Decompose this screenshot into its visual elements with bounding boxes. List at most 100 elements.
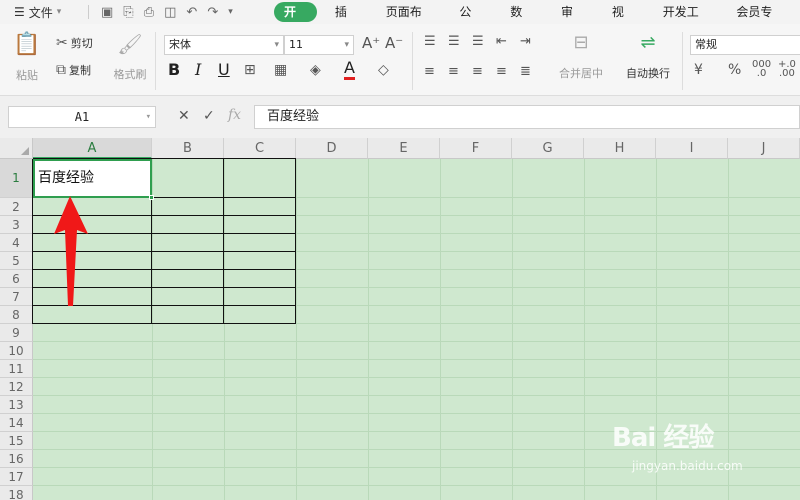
border-icon[interactable]: ⊞: [244, 62, 256, 78]
column-header-b[interactable]: B: [152, 138, 224, 159]
save-icon[interactable]: ▣: [101, 5, 113, 20]
row-header-6[interactable]: 6: [0, 270, 33, 288]
bold-button[interactable]: B: [168, 60, 180, 79]
align-middle-icon[interactable]: ☰: [448, 34, 460, 49]
column-header-a[interactable]: A: [33, 138, 152, 159]
row-header-14[interactable]: 14: [0, 414, 33, 432]
tab-developer[interactable]: 开发工具: [653, 2, 719, 39]
wrap-text-label: 自动换行: [626, 67, 670, 80]
row-header-13[interactable]: 13: [0, 396, 33, 414]
annotation-arrow: [54, 196, 88, 306]
underline-button[interactable]: U: [218, 60, 230, 79]
chevron-down-icon: ▾: [56, 7, 62, 17]
column-header-i[interactable]: I: [656, 138, 728, 159]
row-header-5[interactable]: 5: [0, 252, 33, 270]
fill-handle[interactable]: [149, 195, 154, 200]
tab-formulas[interactable]: 公式: [449, 2, 492, 39]
tab-member[interactable]: 会员专享: [726, 2, 792, 39]
row-header-17[interactable]: 17: [0, 468, 33, 486]
scissors-icon: ✂: [56, 35, 68, 51]
align-bottom-icon[interactable]: ☰: [472, 34, 484, 49]
column-header-j[interactable]: J: [728, 138, 800, 159]
indent-increase-icon[interactable]: ⇥: [520, 34, 531, 49]
confirm-icon[interactable]: ✓: [203, 108, 215, 124]
cut-label: 剪切: [70, 37, 93, 50]
cell-border: [33, 323, 296, 324]
currency-button[interactable]: ¥: [694, 62, 703, 78]
italic-button[interactable]: I: [195, 60, 201, 79]
format-painter-button[interactable]: 🖌 格式刷: [110, 32, 150, 82]
row-header-18[interactable]: 18: [0, 486, 33, 500]
row-header-11[interactable]: 11: [0, 360, 33, 378]
tab-insert[interactable]: 插入: [325, 2, 368, 39]
copy-icon: ⧉: [56, 62, 66, 78]
print-preview-icon[interactable]: ◫: [164, 5, 176, 20]
align-left-icon[interactable]: ≡: [424, 64, 435, 79]
grid-line: [33, 395, 800, 396]
cut-button[interactable]: ✂ 剪切: [56, 35, 93, 51]
percent-button[interactable]: %: [728, 62, 741, 78]
tab-data[interactable]: 数据: [500, 2, 543, 39]
paste-button[interactable]: 📋 粘贴: [10, 32, 44, 83]
distributed-icon[interactable]: ≣: [520, 64, 531, 79]
fill-color-icon[interactable]: ◈: [310, 62, 321, 78]
tab-home[interactable]: 开始: [274, 2, 317, 39]
formula-input[interactable]: 百度经验: [254, 105, 800, 129]
font-color-label: A: [344, 58, 355, 80]
indent-decrease-icon[interactable]: ⇤: [496, 34, 507, 49]
tab-view[interactable]: 视图: [602, 2, 645, 39]
file-menu[interactable]: ☰ 文件 ▾: [0, 4, 84, 21]
tab-review[interactable]: 审阅: [551, 2, 594, 39]
row-header-2[interactable]: 2: [0, 198, 33, 216]
tab-page-layout[interactable]: 页面布局: [376, 2, 442, 39]
export-icon[interactable]: ⎘: [123, 5, 133, 20]
eraser-icon[interactable]: ◇: [378, 62, 389, 78]
row-header-15[interactable]: 15: [0, 432, 33, 450]
column-header-d[interactable]: D: [296, 138, 368, 159]
row-header-12[interactable]: 12: [0, 378, 33, 396]
row-header-10[interactable]: 10: [0, 342, 33, 360]
row-header-7[interactable]: 7: [0, 288, 33, 306]
select-all-corner[interactable]: [0, 138, 33, 159]
row-header-9[interactable]: 9: [0, 324, 33, 342]
row-header-1[interactable]: 1: [0, 159, 33, 198]
wrap-text-icon: ⇌: [640, 32, 656, 53]
print-icon[interactable]: ⎙: [144, 5, 154, 20]
align-top-icon[interactable]: ☰: [424, 34, 436, 49]
copy-button[interactable]: ⧉ 复制: [56, 62, 91, 78]
justify-icon[interactable]: ≡: [496, 64, 507, 79]
row-header-8[interactable]: 8: [0, 306, 33, 324]
redo-icon[interactable]: ↷: [207, 5, 218, 20]
name-box[interactable]: A1 ▾: [8, 106, 156, 128]
column-header-f[interactable]: F: [440, 138, 512, 159]
fill-style-icon[interactable]: ▦: [274, 62, 287, 78]
cancel-icon[interactable]: ✕: [178, 108, 190, 124]
column-header-g[interactable]: G: [512, 138, 584, 159]
align-right-icon[interactable]: ≡: [472, 64, 483, 79]
file-menu-label: 文件: [28, 5, 53, 20]
baidu-jingyan-watermark: Bai 经验 jingyan.baidu.com: [612, 411, 800, 491]
more-icon[interactable]: ▾: [228, 7, 233, 17]
row-header-16[interactable]: 16: [0, 450, 33, 468]
merge-center-button[interactable]: ⊟ 合并居中: [550, 32, 612, 81]
row-header-3[interactable]: 3: [0, 216, 33, 234]
cell-a1[interactable]: 百度经验: [33, 159, 154, 200]
copy-label: 复制: [69, 64, 91, 77]
clipboard-icon: 📋: [13, 32, 41, 57]
wrap-text-button[interactable]: ⇌ 自动换行: [620, 32, 676, 81]
font-size-select[interactable]: 11 ▾: [284, 35, 354, 55]
font-shrink-button[interactable]: A⁻: [385, 34, 403, 52]
decimal-icon[interactable]: +.0.00: [778, 60, 796, 79]
undo-icon[interactable]: ↶: [186, 5, 197, 20]
font-color-button[interactable]: A: [344, 58, 355, 80]
align-center-icon[interactable]: ≡: [448, 64, 459, 79]
insert-function-icon[interactable]: fx: [228, 107, 241, 123]
column-header-c[interactable]: C: [224, 138, 296, 159]
number-format-select[interactable]: 常规: [690, 35, 800, 55]
font-name-select[interactable]: 宋体 ▾: [164, 35, 284, 55]
thousands-separator-icon[interactable]: 000.0: [752, 60, 771, 79]
column-header-e[interactable]: E: [368, 138, 440, 159]
column-header-h[interactable]: H: [584, 138, 656, 159]
row-header-4[interactable]: 4: [0, 234, 33, 252]
font-grow-button[interactable]: A⁺: [362, 34, 380, 52]
